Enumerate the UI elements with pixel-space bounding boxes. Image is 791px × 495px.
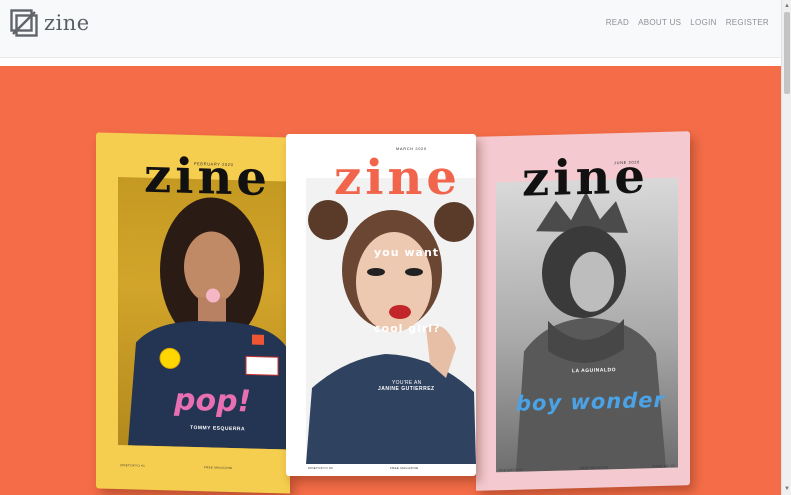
brand-logo[interactable]: zine xyxy=(10,9,90,37)
cover-headline: boy wonder xyxy=(516,387,665,416)
cover-footer-mid: FREE MAGAZINE xyxy=(580,465,609,471)
cover-footer-left: zineTOKYO #1 xyxy=(120,463,146,468)
scroll-up-arrow-icon[interactable]: ▲ xyxy=(783,2,791,10)
top-navbar: zine READ ABOUT US LOGIN REGISTER xyxy=(0,0,781,58)
cover-photo xyxy=(306,178,476,464)
nav-link-register[interactable]: REGISTER xyxy=(726,18,769,27)
magazine-cover-cool-girl[interactable]: march 2020 zine you want cool girl? you'… xyxy=(286,134,476,476)
nav-link-login[interactable]: LOGIN xyxy=(690,18,716,27)
cover-photo xyxy=(496,177,678,473)
magazine-cover-boy-wonder[interactable]: june 2020 zine LA AGUINALDO boy wonder z… xyxy=(476,131,690,491)
nav-link-read[interactable]: READ xyxy=(606,18,629,27)
cover-line-1: you want xyxy=(374,246,440,259)
cover-person-name: LA AGUINALDO xyxy=(572,367,616,375)
hero-banner: february 2020 zine pop! TOMMY ESQUERRA z… xyxy=(0,66,781,495)
cover-footer-left: zineTOKYO #3 xyxy=(498,467,524,473)
cover-person-name: JANINE GUTIERREZ xyxy=(378,386,435,392)
cover-footer-left: zineTOKYO #2 xyxy=(308,466,334,470)
cover-photo-illustration xyxy=(306,200,476,464)
cover-footer-mid: FREE MAGAZINE xyxy=(390,466,419,470)
cover-masthead: zine xyxy=(144,147,271,208)
cover-line-2: cool girl? xyxy=(374,322,441,335)
brand-name: zine xyxy=(44,11,90,35)
main-nav: READ ABOUT US LOGIN REGISTER xyxy=(606,18,769,27)
cover-footer-mid: FREE MAGAZINE xyxy=(204,465,233,471)
cover-masthead: zine xyxy=(334,150,461,206)
cover-footer-right: ISSUE NO. 03 xyxy=(652,463,675,469)
cover-masthead: zine xyxy=(522,148,649,208)
logo-mark-icon xyxy=(10,9,38,37)
cover-headline: pop! xyxy=(174,382,252,420)
page-scrollbar[interactable]: ▲ ▼ xyxy=(781,0,791,495)
scroll-thumb[interactable] xyxy=(784,12,790,94)
cover-photo-illustration xyxy=(516,191,666,472)
nav-link-about-us[interactable]: ABOUT US xyxy=(638,18,681,27)
magazine-cover-pop[interactable]: february 2020 zine pop! TOMMY ESQUERRA z… xyxy=(96,132,290,494)
scroll-down-arrow-icon[interactable]: ▼ xyxy=(783,485,791,493)
